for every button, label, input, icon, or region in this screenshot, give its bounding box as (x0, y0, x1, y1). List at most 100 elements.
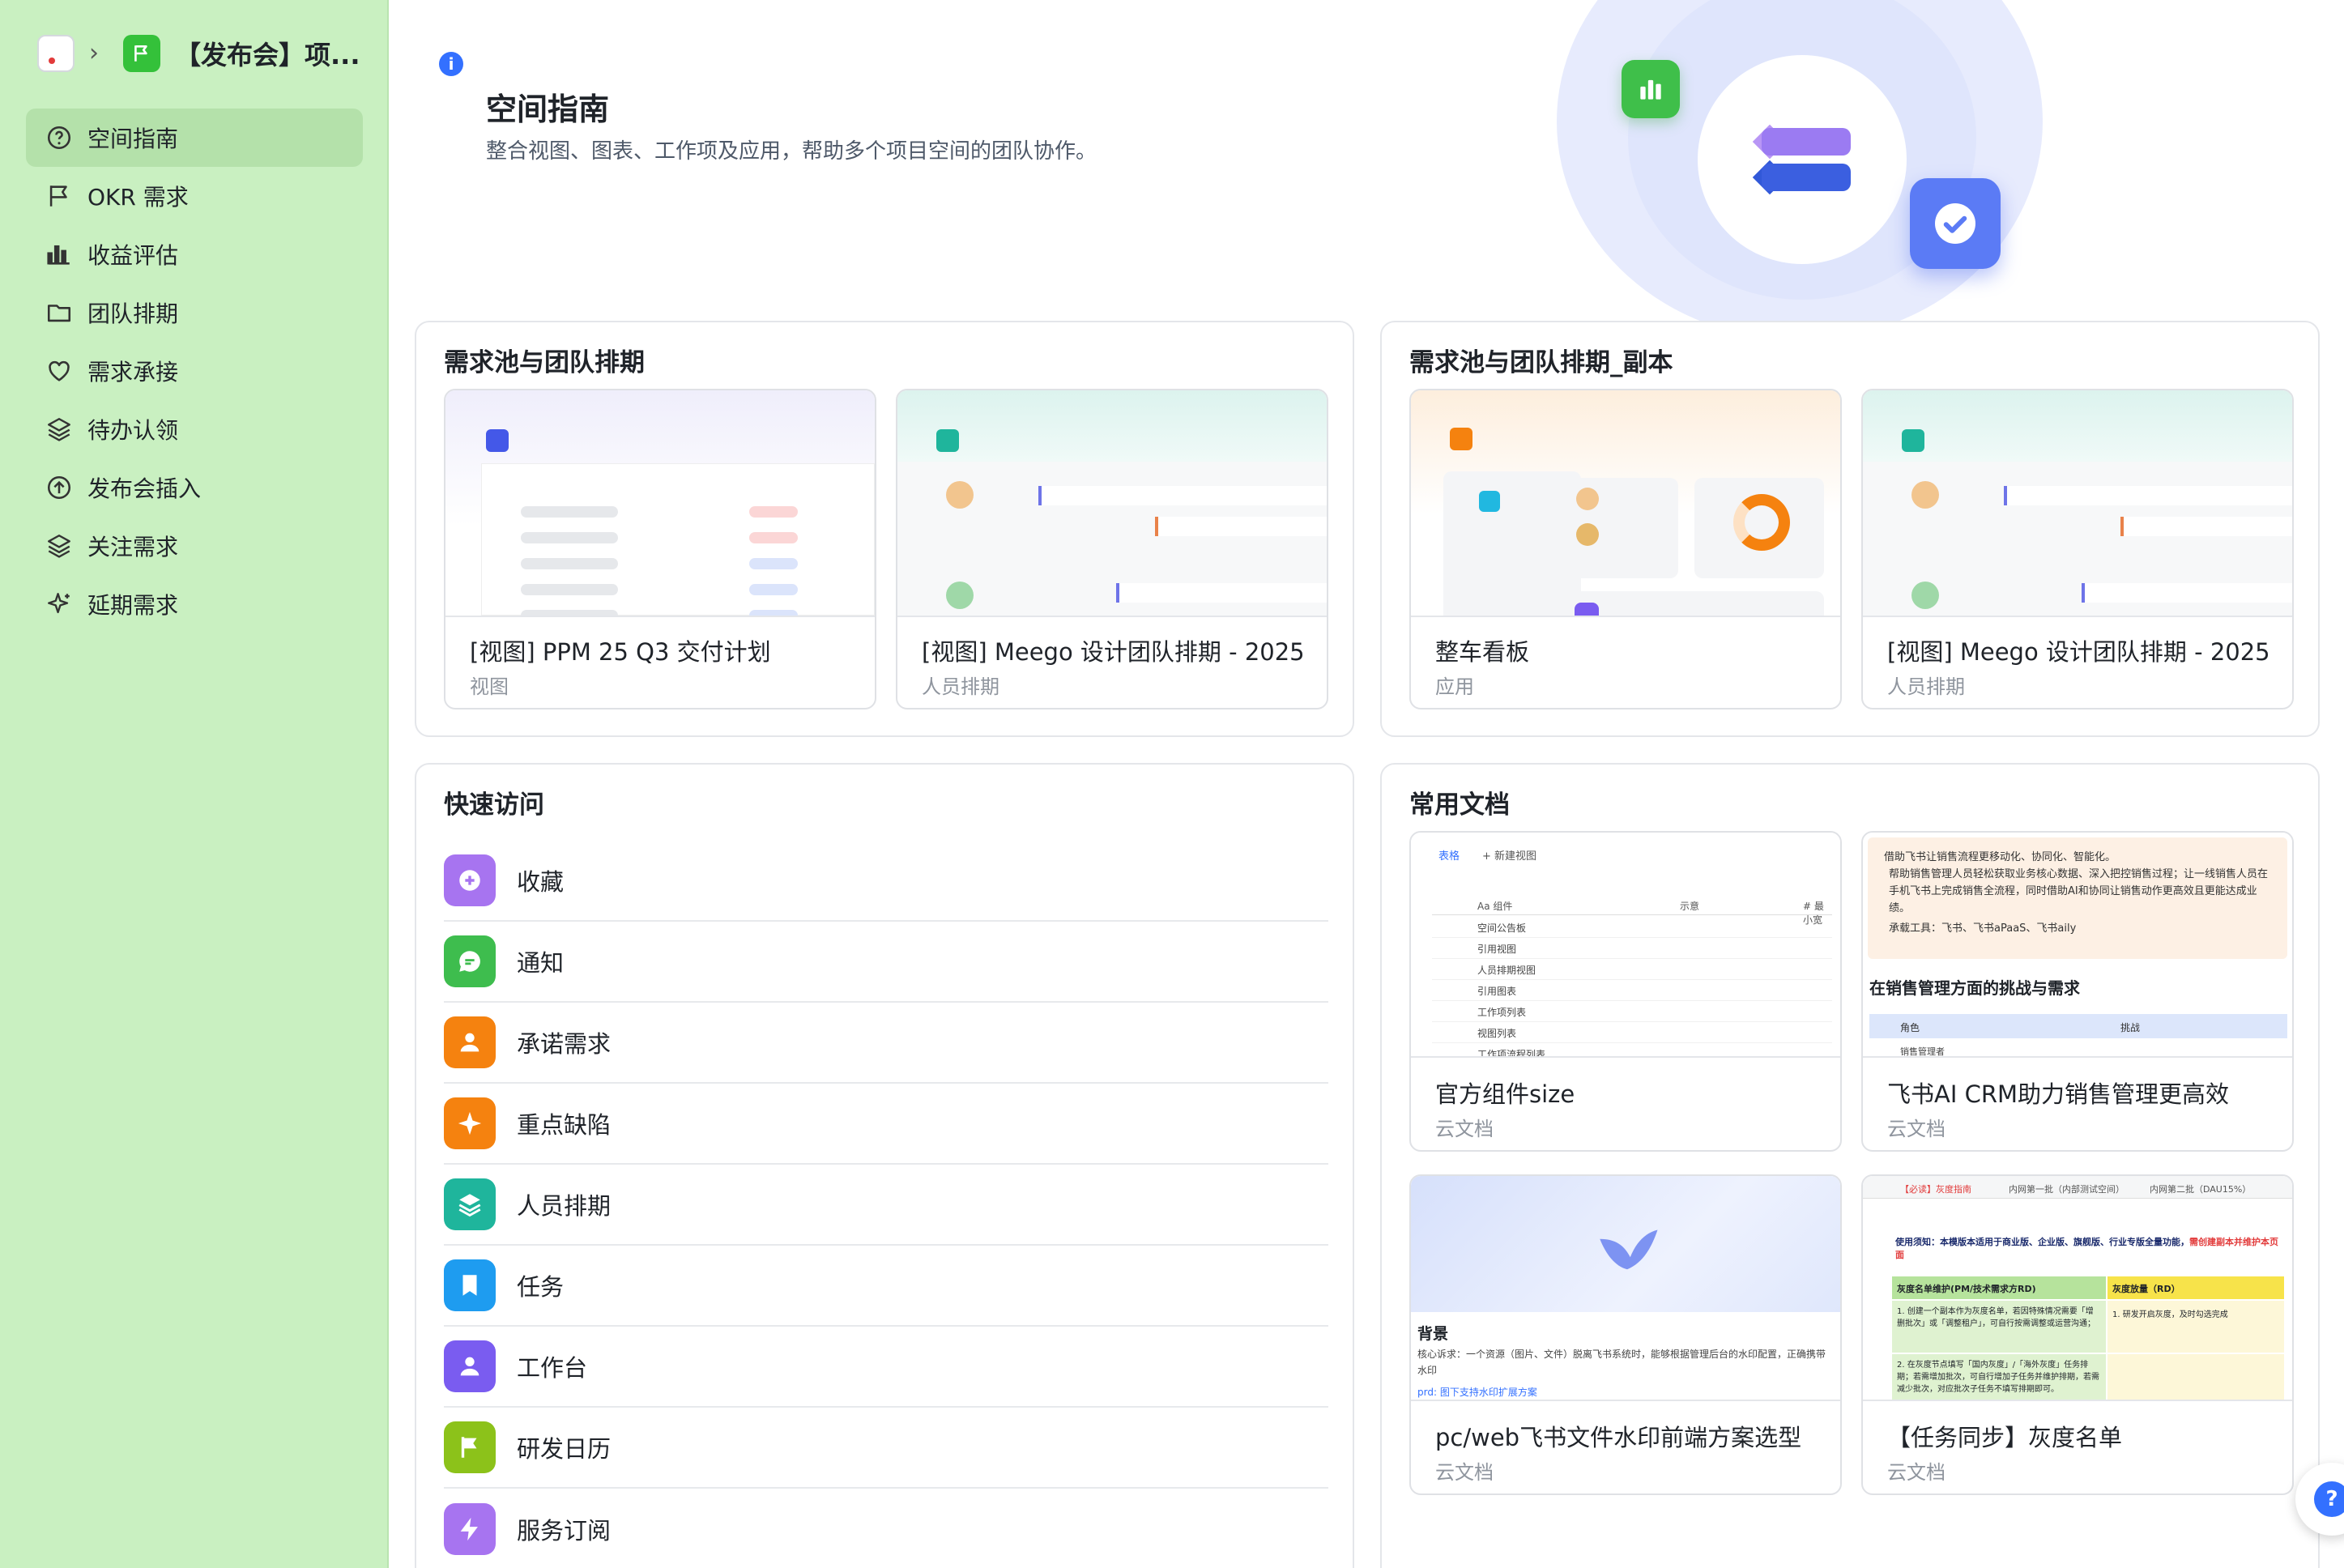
sidebar-item-todo-claim[interactable]: 待办认领 (26, 400, 363, 458)
thumb-col: Aa 组件 (1477, 901, 1513, 912)
quick-item-favorites[interactable]: 收藏 (444, 841, 1328, 922)
view-card-ppm[interactable]: [视图] PPM 25 Q3 交付计划 视图 (444, 389, 876, 709)
quick-item-label: 服务订阅 (517, 1517, 612, 1545)
page-title: 空间指南 (486, 92, 610, 127)
card-thumbnail (1863, 390, 2292, 617)
message-icon (444, 935, 496, 987)
quick-item-dev-calendar[interactable]: 研发日历 (444, 1408, 1328, 1489)
thumb-notice: 使用须知：本模版本适用于商业版、企业版、旗舰版、行业专版全量功能， (1895, 1237, 2189, 1247)
quick-item-workbench[interactable]: 工作台 (444, 1327, 1328, 1408)
info-icon[interactable]: i (439, 52, 463, 76)
sidebar-item-team-schedule[interactable]: 团队排期 (26, 283, 363, 342)
view-card-meego-schedule-copy[interactable]: [视图] Meego 设计团队排期 - 2025 人员排期 (1861, 389, 2294, 709)
card-subtitle: 人员排期 (922, 675, 999, 698)
quick-item-label: 人员排期 (517, 1192, 612, 1220)
sidebar-item-label: 团队排期 (87, 300, 179, 327)
sidebar-item-followed[interactable]: 关注需求 (26, 517, 363, 575)
card-subtitle: 云文档 (1435, 1118, 1494, 1140)
app-card-vehicle-board[interactable]: 整车看板 应用 (1409, 389, 1842, 709)
flag-icon (444, 1421, 496, 1473)
schedule-icon (936, 429, 959, 452)
project-flag-icon[interactable] (123, 35, 160, 72)
thumb-tab: + 新建视图 (1482, 850, 1537, 863)
card-title: 飞书AI CRM助力销售管理更高效 (1887, 1080, 2230, 1108)
card-thumbnail: 【必读】灰度指南 内网第一批（内部测试空间） 内网第二批（DAU15%） 使用须… (1863, 1176, 2292, 1401)
thumb-cell: 1. 创建一个副本作为灰度名单，若因特殊情况需要「增删批次」或「调整租户」，可自… (1892, 1301, 2106, 1353)
lightning-icon (444, 1503, 496, 1555)
heart-icon (49, 360, 70, 381)
doc-card-component-size[interactable]: 表格 + 新建视图 Aa 组件 示意 # 最小宽 空间公告板 引用视图 人员排期… (1409, 831, 1842, 1152)
sidebar-item-label: 空间指南 (87, 126, 179, 152)
upload-circle-icon (47, 475, 71, 500)
person-icon (444, 1016, 496, 1068)
page-description: 整合视图、图表、工作项及应用，帮助多个项目空间的团队协作。 (486, 139, 1097, 164)
sidebar-item-launch-insert[interactable]: 发布会插入 (26, 458, 363, 517)
quick-item-label: 任务 (517, 1273, 565, 1301)
person-icon (444, 1340, 496, 1392)
card-subtitle: 人员排期 (1887, 675, 1965, 698)
quick-item-label: 收藏 (517, 868, 565, 896)
doc-card-ai-crm[interactable]: 借助飞书让销售流程更移动化、协同化、智能化。 帮助销售管理人员轻松获取业务核心数… (1861, 831, 2294, 1152)
table-preview (481, 463, 875, 616)
thumb-col: 角色 (1900, 1022, 1920, 1033)
thumb-heading: 在销售管理方面的挑战与需求 (1869, 978, 2080, 998)
sidebar-item-revenue[interactable]: 收益评估 (26, 225, 363, 283)
card-thumbnail (897, 390, 1327, 617)
meego-logo-icon (1762, 128, 1851, 156)
card-subtitle: 云文档 (1435, 1461, 1494, 1484)
thumb-row: 销售管理者 (1900, 1046, 1945, 1057)
flag-icon (49, 185, 67, 207)
card-title: [视图] Meego 设计团队排期 - 2025 (922, 638, 1305, 666)
card-subtitle: 视图 (470, 675, 509, 698)
layers-icon (444, 1178, 496, 1230)
thumb-col: 示意 (1680, 901, 1700, 912)
sidebar: › 【发布会】项... 空间指南 OKR 需求 收益评估 团队排期 需求承接 待… (0, 0, 389, 1568)
sidebar-item-requirement-take[interactable]: 需求承接 (26, 342, 363, 400)
quick-item-key-bugs[interactable]: 重点缺陷 (444, 1084, 1328, 1165)
project-title[interactable]: 【发布会】项... (175, 35, 360, 72)
thumb-row: 工作项列表 (1432, 1001, 1832, 1022)
sidebar-item-delayed[interactable]: 延期需求 (26, 575, 363, 633)
thumb-row: 工作项流程列表 (1477, 1049, 1546, 1058)
view-card-meego-schedule[interactable]: [视图] Meego 设计团队排期 - 2025 人员排期 (896, 389, 1328, 709)
hero-banner: i 空间指南 整合视图、图表、工作项及应用，帮助多个项目空间的团队协作。 (389, 0, 2344, 324)
space-switch-icon[interactable] (37, 35, 75, 72)
thumb-col: 挑战 (2120, 1022, 2141, 1033)
sidebar-nav: 空间指南 OKR 需求 收益评估 团队排期 需求承接 待办认领 发布会插入 关注… (26, 109, 363, 633)
hero-decoration (1698, 55, 1907, 264)
card-thumbnail: 借助飞书让销售流程更移动化、协同化、智能化。 帮助销售管理人员轻松获取业务核心数… (1863, 833, 2292, 1058)
quick-item-service-subscription[interactable]: 服务订阅 (444, 1489, 1328, 1568)
sidebar-item-label: 关注需求 (87, 534, 179, 560)
quick-item-tasks[interactable]: 任务 (444, 1246, 1328, 1327)
sidebar-item-label: 收益评估 (87, 242, 179, 269)
card-subtitle: 云文档 (1887, 1461, 1946, 1484)
help-circle-icon (47, 126, 71, 150)
quick-item-label: 研发日历 (517, 1435, 612, 1463)
doc-card-watermark[interactable]: 背景 核心诉求：一个资源（图片、文件）脱离飞书系统时，能够根据管理后台的水印配置… (1409, 1174, 1842, 1495)
quick-item-notifications[interactable]: 通知 (444, 922, 1328, 1003)
thumb-row: 引用图表 (1432, 980, 1832, 1001)
quick-item-label: 承诺需求 (517, 1030, 612, 1058)
thumb-row: 视图列表 (1432, 1022, 1832, 1043)
meego-logo-icon (1762, 164, 1851, 191)
card-thumbnail (445, 390, 875, 617)
card-title: 官方组件size (1435, 1080, 1575, 1108)
panel-title: 需求池与团队排期 (444, 348, 645, 377)
quick-item-staff-schedule[interactable]: 人员排期 (444, 1165, 1328, 1246)
sidebar-item-okr[interactable]: OKR 需求 (26, 167, 363, 225)
thumb-link: prd: 图下支持水印扩展方案 (1417, 1387, 1537, 1398)
sidebar-item-label: OKR 需求 (87, 184, 189, 211)
sidebar-item-label: 延期需求 (87, 592, 179, 619)
check-bubble-icon (1910, 178, 2001, 269)
quick-item-label: 重点缺陷 (517, 1111, 612, 1139)
doc-card-gray-list[interactable]: 【必读】灰度指南 内网第一批（内部测试空间） 内网第二批（DAU15%） 使用须… (1861, 1174, 2294, 1495)
card-title: [视图] PPM 25 Q3 交付计划 (470, 638, 771, 666)
folder-icon (47, 305, 71, 322)
app-window: › 【发布会】项... 空间指南 OKR 需求 收益评估 团队排期 需求承接 待… (0, 0, 2344, 1568)
thumb-body: 帮助销售管理人员轻松获取业务核心数据、深入把控销售过程；让一线销售人员在手机飞书… (1889, 868, 2269, 914)
sidebar-item-space-guide[interactable]: 空间指南 (26, 109, 363, 167)
sidebar-item-label: 需求承接 (87, 359, 179, 386)
quick-item-label: 工作台 (517, 1354, 588, 1382)
sidebar-item-label: 待办认领 (87, 417, 179, 444)
quick-item-committed[interactable]: 承诺需求 (444, 1003, 1328, 1084)
